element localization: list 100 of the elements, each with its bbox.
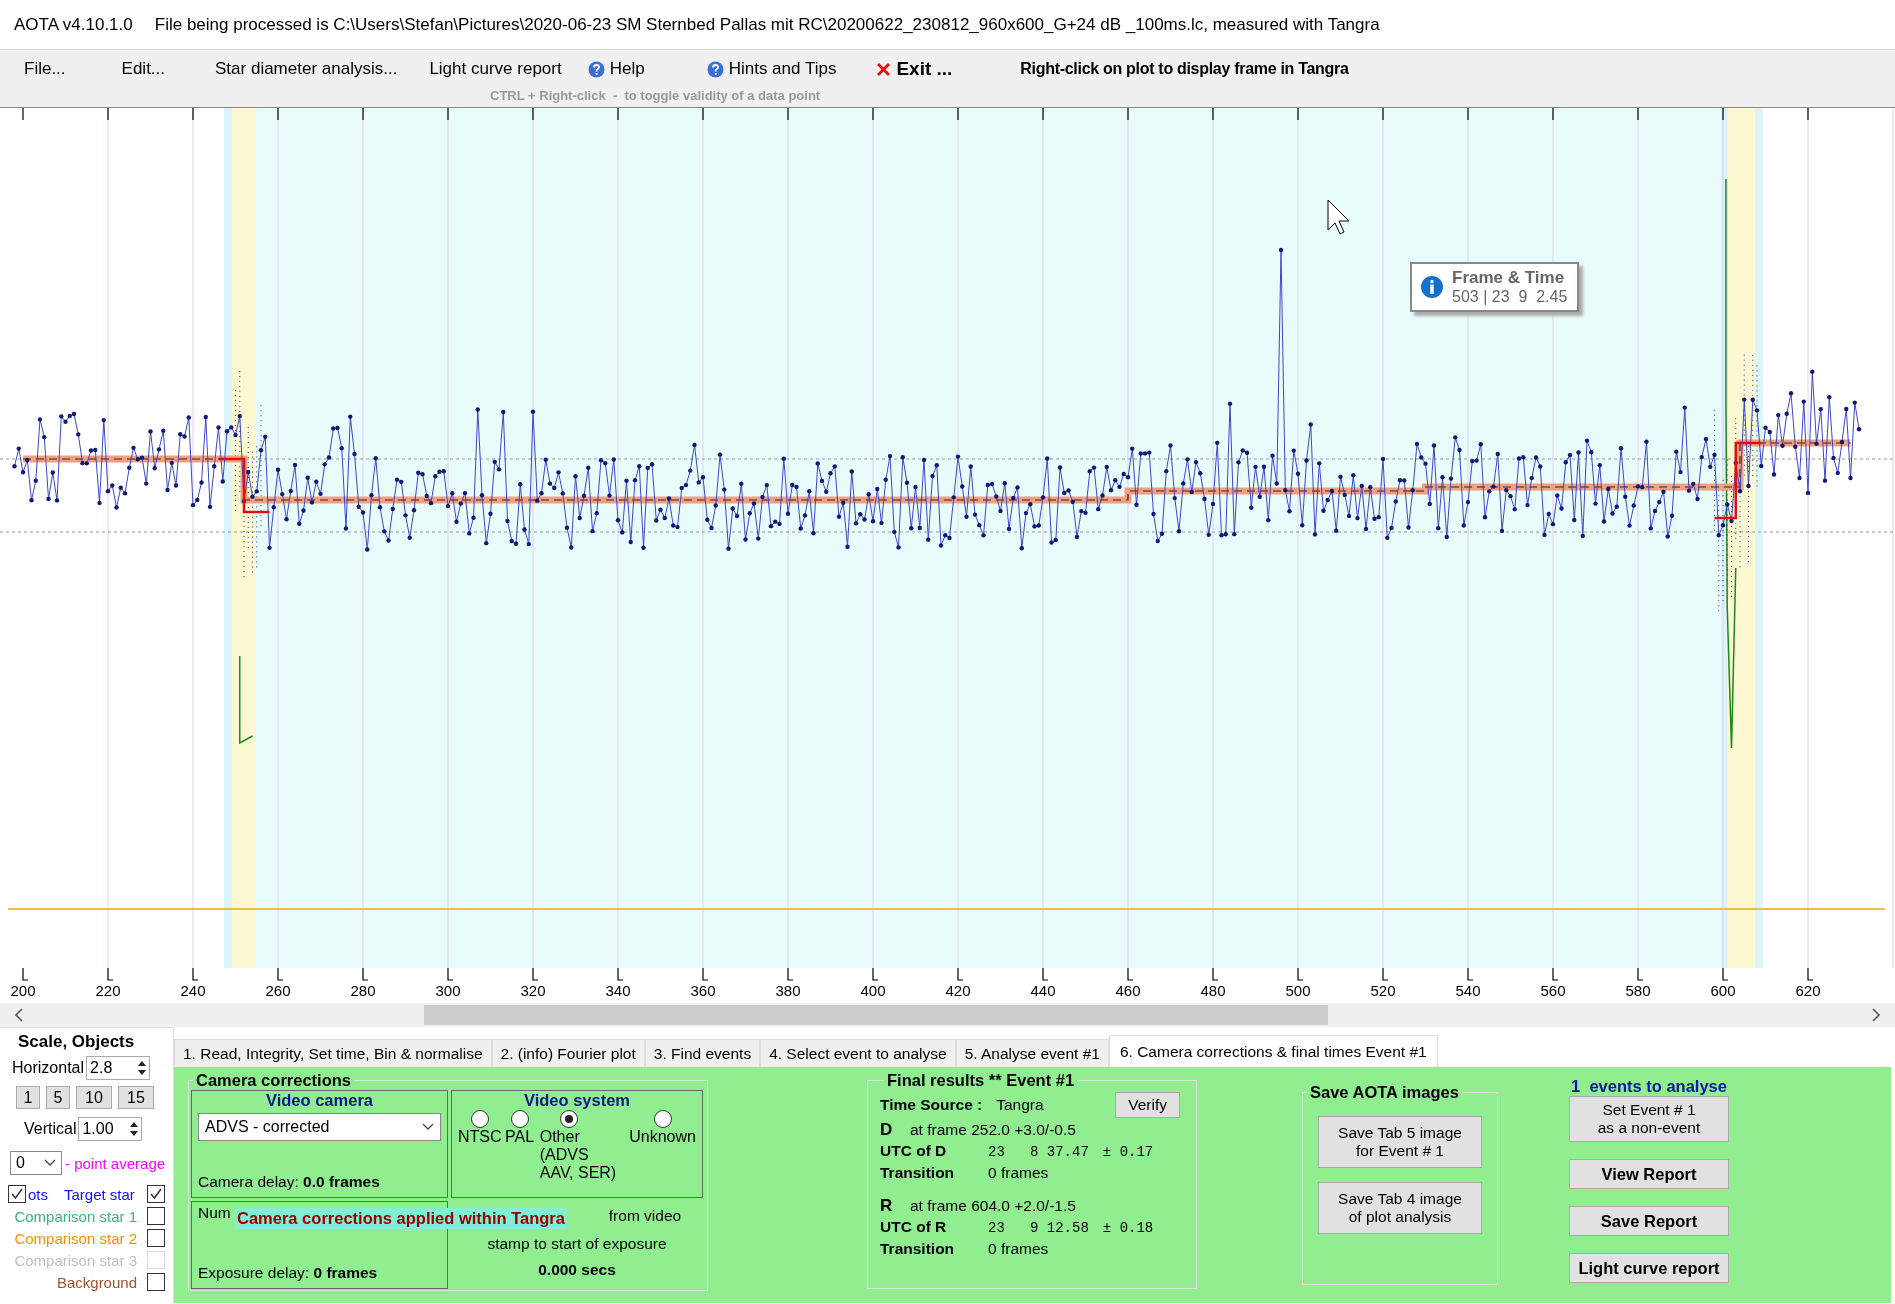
group-title: Save AOTA images [1309, 1083, 1460, 1102]
axis-tick-label: 400 [860, 982, 886, 999]
preset-button[interactable]: 1 [16, 1086, 40, 1109]
time-source: Tangra [996, 1096, 1044, 1114]
app-title: AOTA v4.10.1.0 [14, 14, 133, 35]
axis-tick-label: 320 [520, 982, 546, 999]
transition-value: 0 frames [988, 1240, 1049, 1258]
offset-label: stamp to start of exposure [487, 1235, 667, 1253]
action-button[interactable]: Save Report [1569, 1206, 1729, 1236]
caret-icon [44, 1159, 56, 1167]
tab[interactable]: 3. Find events [644, 1039, 761, 1067]
field-label: UTC of D [880, 1142, 948, 1160]
axis-tick-label: 480 [1200, 982, 1226, 999]
checkbox[interactable] [8, 1185, 26, 1203]
axis-tick-label: 420 [945, 982, 971, 999]
axis-tick-label: 380 [775, 982, 801, 999]
preset-button[interactable]: 10 [76, 1086, 112, 1109]
save-image-button[interactable]: Save Tab 4 image of plot analysis [1318, 1182, 1482, 1234]
utc-value: 23 9 12.58 [988, 1220, 1089, 1236]
exposure-delay: Exposure delay: 0 frames [198, 1264, 379, 1282]
object-label: Comparison star 3 [14, 1251, 137, 1269]
object-label: Background [56, 1273, 137, 1291]
radio-button[interactable] [510, 1110, 529, 1128]
checkbox[interactable] [147, 1229, 165, 1247]
scroll-thumb[interactable] [424, 1005, 1328, 1025]
average-label: - point average [65, 1154, 166, 1172]
event-letter: R [880, 1196, 894, 1216]
field-label: Transition [880, 1164, 956, 1182]
caret-icon [422, 1123, 434, 1131]
preset-button[interactable]: 15 [118, 1086, 154, 1109]
tab[interactable]: 2. (info) Fourier plot [491, 1039, 645, 1067]
radio-button[interactable] [653, 1110, 672, 1128]
event-marker [218, 457, 270, 514]
event-frame: at frame 252.0 +3.0/-0.5 [910, 1121, 1076, 1139]
help-icon [706, 60, 724, 78]
axis-tick-label: 580 [1625, 982, 1651, 999]
group-title: Video system [522, 1091, 632, 1110]
group-title: Video camera [265, 1091, 374, 1110]
checkbox[interactable] [147, 1273, 165, 1291]
spinner-field[interactable]: 1.00 [78, 1117, 143, 1141]
axis-tick-label: 600 [1710, 982, 1736, 999]
axis-tick-label: 520 [1370, 982, 1396, 999]
action-button[interactable]: Set Event # 1 as a non-event [1569, 1096, 1729, 1142]
offset-label: from video [608, 1207, 682, 1225]
tab[interactable]: 5. Analyse event #1 [955, 1039, 1109, 1067]
axis-tick-label: 220 [95, 982, 121, 999]
action-button[interactable]: Light curve report [1569, 1253, 1729, 1283]
checkbox[interactable] [147, 1207, 165, 1225]
horizontal-scrollbar[interactable] [0, 1003, 1895, 1027]
menu-item[interactable]: Exit ... [868, 56, 961, 82]
field-label: Horizontal [12, 1059, 85, 1077]
menu-item[interactable]: Light curve report [421, 57, 570, 81]
menu-item[interactable]: Star diameter analysis... [207, 57, 406, 81]
average-dropdown[interactable]: 0 [10, 1151, 62, 1175]
offset-value: 0.000 secs [538, 1261, 616, 1279]
notice-label: Camera corrections applied within Tangra [235, 1208, 567, 1229]
radio-label: NTSC [458, 1128, 502, 1146]
object-label: Target star [64, 1185, 135, 1203]
menu-item[interactable]: Help [579, 57, 653, 81]
menu-item[interactable]: Edit... [113, 57, 174, 81]
axis-tick-label: 560 [1540, 982, 1566, 999]
radio-button[interactable] [559, 1110, 578, 1128]
plot-hint: Right-click on plot to display frame in Tangra [1020, 60, 1349, 78]
utc-error: ± 0.17 [1102, 1144, 1154, 1160]
tab[interactable]: 1. Read, Integrity, Set time, Bin & normalise [174, 1039, 492, 1067]
utc-error: ± 0.18 [1102, 1220, 1154, 1236]
dots-label: ots [28, 1185, 49, 1203]
field-label: Vertical [24, 1120, 77, 1138]
info-icon [1420, 275, 1444, 299]
menu-item[interactable]: Hints and Tips [698, 57, 845, 81]
action-button[interactable]: View Report [1569, 1159, 1729, 1189]
verify-button[interactable]: Verify [1115, 1092, 1180, 1118]
panel-title: Scale, Objects [18, 1032, 136, 1052]
camera-delay: Camera delay: 0.0 frames [198, 1173, 381, 1191]
axis-tick-label: 460 [1115, 982, 1141, 999]
axis-tick-label: 260 [265, 982, 291, 999]
radio-label: Other (ADVS AAV, SER) [539, 1128, 618, 1182]
scroll-left-icon[interactable] [14, 1008, 24, 1022]
object-label: Comparison star 1 [14, 1207, 137, 1225]
field-label: Time Source : [880, 1096, 983, 1114]
cursor-icon [1327, 199, 1350, 235]
axis-tick-label: 200 [10, 982, 36, 999]
save-image-button[interactable]: Save Tab 5 image for Event # 1 [1318, 1116, 1482, 1168]
tooltip-title: Frame & Time [1452, 268, 1566, 288]
scroll-right-icon[interactable] [1871, 1008, 1881, 1022]
menu-item[interactable]: File... [16, 57, 74, 81]
camera-dropdown[interactable]: ADVS - corrected [198, 1113, 441, 1141]
radio-button[interactable] [470, 1110, 489, 1128]
spinner-field[interactable]: 2.8 [86, 1056, 151, 1080]
checkbox[interactable] [146, 1185, 165, 1203]
tab[interactable]: 6. Camera corrections & final times Event #1 [1108, 1035, 1438, 1067]
preset-button[interactable]: 5 [46, 1086, 70, 1109]
axis-tick-label: 280 [350, 982, 376, 999]
axis-tick-label: 540 [1455, 982, 1481, 999]
radio-label: PAL [505, 1128, 535, 1146]
tooltip-value: 503 | 23 9 2.45 [1452, 288, 1568, 306]
group-title: Camera corrections [195, 1071, 352, 1090]
transition-value: 0 frames [988, 1164, 1049, 1182]
radio-label: Unknown [629, 1128, 696, 1146]
tab[interactable]: 4. Select event to analyse [760, 1039, 956, 1067]
